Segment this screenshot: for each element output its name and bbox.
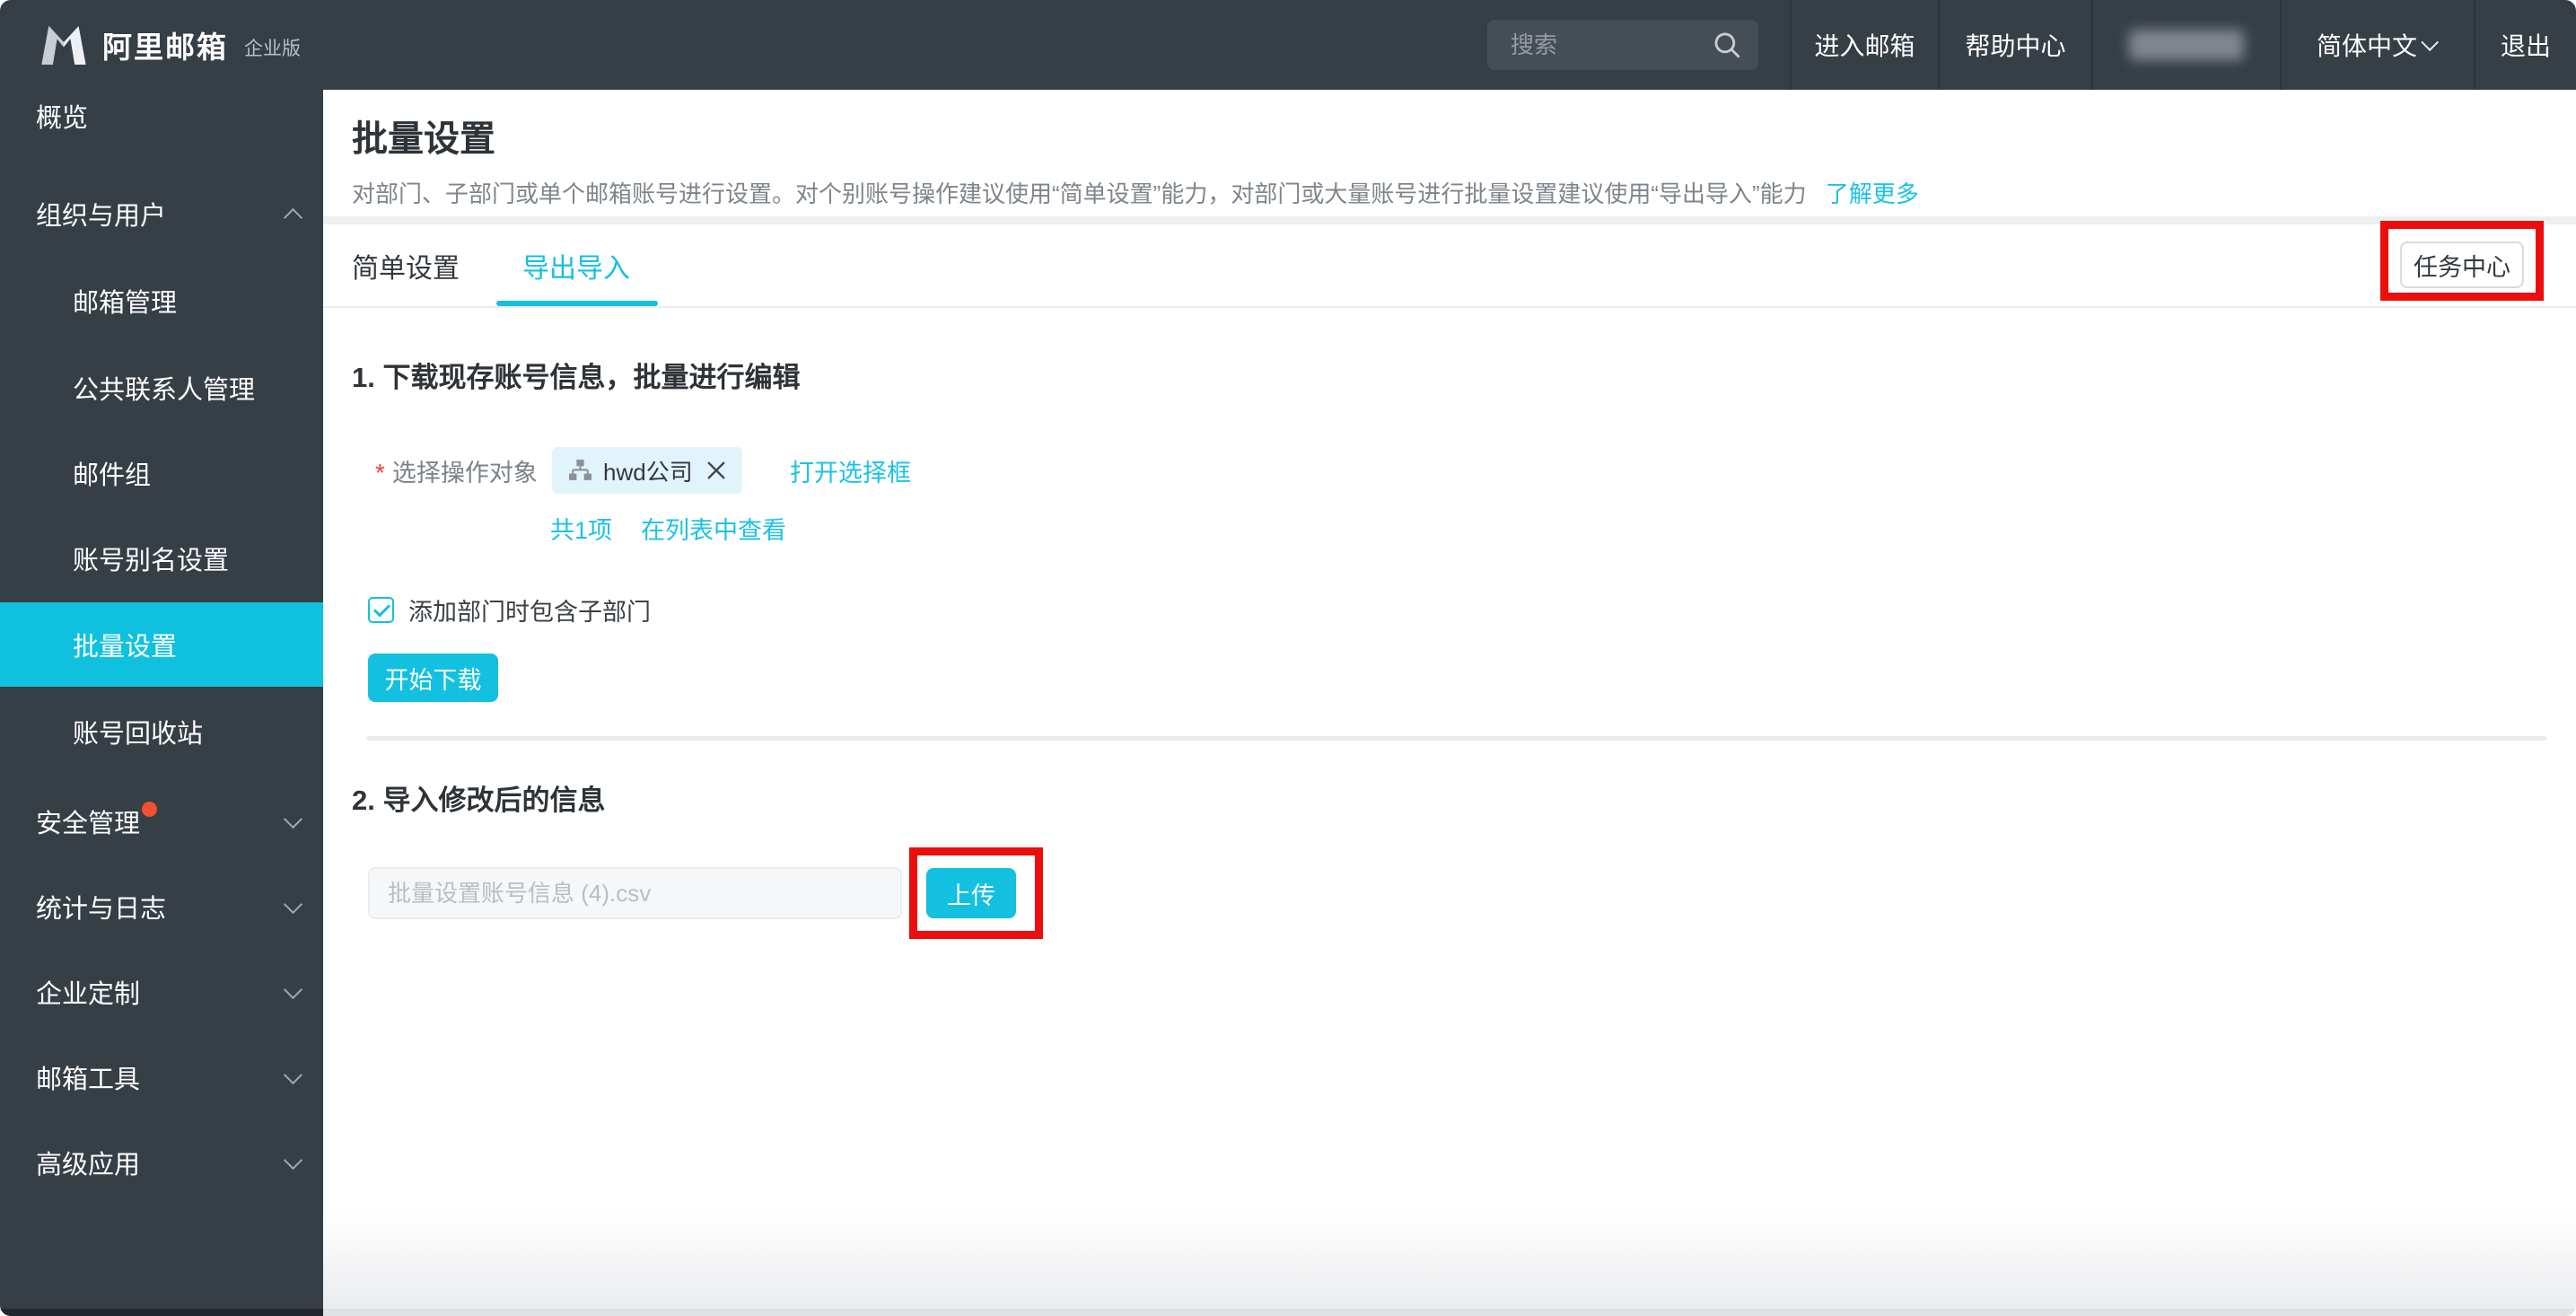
sidebar-item-label: 统计与日志 [36, 888, 166, 926]
target-field-label: 选择操作对象 [392, 453, 538, 488]
sidebar-item-public-contacts[interactable]: 公共联系人管理 [0, 346, 323, 430]
search-input[interactable] [1509, 31, 1712, 60]
window-bottom-edge [0, 1309, 323, 1316]
sidebar-item-label: 邮件组 [73, 454, 151, 492]
sidebar-item-security-mgmt[interactable]: 安全管理 [0, 779, 323, 864]
brand-edition: 企业版 [244, 34, 301, 61]
selected-tag-name: hwd公司 [603, 454, 694, 487]
header-nav: 进入邮箱 帮助中心 简体中文 退出 [1790, 0, 2576, 90]
sidebar-item-label: 企业定制 [36, 973, 140, 1011]
tag-remove-button[interactable] [705, 459, 728, 482]
close-x-icon [705, 459, 728, 482]
language-selector[interactable]: 简体中文 [2280, 0, 2474, 90]
sidebar-item-org-users[interactable]: 组织与用户 [0, 171, 323, 256]
section-divider [366, 736, 2547, 741]
selection-count-row: 共1项 在列表中查看 [550, 510, 786, 546]
account-menu[interactable] [2091, 0, 2280, 90]
enter-mailbox-label: 进入邮箱 [1814, 27, 1914, 63]
sidebar-item-mail-groups[interactable]: 邮件组 [0, 431, 323, 515]
start-download-button[interactable]: 开始下载 [368, 654, 498, 702]
chevron-down-icon [284, 809, 302, 828]
sidebar-item-label: 账号回收站 [73, 713, 203, 750]
main-content: 批量设置 对部门、子部门或单个邮箱账号进行设置。对个别账号操作建议使用“简单设置… [323, 90, 2576, 1316]
sidebar-item-label: 邮箱工具 [36, 1058, 140, 1096]
include-subdept-row: 添加部门时包含子部门 [368, 594, 651, 625]
include-subdept-checkbox[interactable] [368, 597, 394, 623]
open-selector-link[interactable]: 打开选择框 [790, 447, 911, 494]
sidebar-item-label: 邮箱管理 [73, 282, 177, 320]
language-label: 简体中文 [2317, 27, 2417, 63]
page-description: 对部门、子部门或单个邮箱账号进行设置。对个别账号操作建议使用“简单设置”能力，对… [352, 176, 1919, 209]
required-asterisk: * [375, 459, 385, 487]
target-select-row: * 选择操作对象 [375, 447, 538, 494]
sidebar-item-batch-settings[interactable]: 批量设置 [0, 602, 323, 687]
app-window: 阿里邮箱 企业版 进入邮箱 帮助中心 简体中文 [0, 0, 2576, 1316]
chevron-down-icon [2421, 33, 2439, 51]
upload-button[interactable]: 上传 [926, 868, 1016, 918]
tab-label: 简单设置 [352, 246, 460, 285]
help-center-link[interactable]: 帮助中心 [1938, 0, 2091, 90]
section2-heading: 2. 导入修改后的信息 [352, 777, 605, 818]
count-text: 共1项 [550, 511, 612, 546]
tab-import-export[interactable]: 导出导入 [522, 224, 630, 306]
org-hierarchy-icon [568, 459, 592, 483]
chevron-up-icon [284, 207, 302, 226]
sidebar-item-label: 高级应用 [36, 1144, 140, 1181]
notification-dot-badge [142, 802, 157, 817]
selected-department-tag: hwd公司 [552, 447, 742, 494]
sidebar-item-enterprise-custom[interactable]: 企业定制 [0, 950, 323, 1034]
tab-bar: 简单设置 导出导入 [323, 224, 2576, 308]
enter-mailbox-link[interactable]: 进入邮箱 [1790, 0, 1938, 90]
section1-heading: 1. 下载现存账号信息，批量进行编辑 [352, 355, 800, 395]
page-description-text: 对部门、子部门或单个邮箱账号进行设置。对个别账号操作建议使用“简单设置”能力，对… [352, 180, 1807, 207]
sidebar-item-label: 批量设置 [73, 626, 177, 663]
include-subdept-label: 添加部门时包含子部门 [408, 592, 651, 627]
brand-logo: 阿里邮箱 企业版 [39, 0, 301, 90]
sidebar-item-label: 安全管理 [36, 803, 140, 840]
chevron-down-icon [284, 894, 302, 913]
active-tab-underline [496, 301, 658, 306]
sidebar-item-mailbox-mgmt[interactable]: 邮箱管理 [0, 259, 323, 343]
chevron-down-icon [284, 1065, 302, 1084]
sidebar-item-label: 组织与用户 [36, 195, 166, 232]
help-center-label: 帮助中心 [1965, 27, 2065, 63]
chevron-down-icon [284, 979, 302, 998]
tab-simple-settings[interactable]: 简单设置 [352, 224, 460, 306]
brand-name: 阿里邮箱 [102, 23, 228, 66]
window-bottom-edge [323, 1309, 2576, 1316]
top-header: 阿里邮箱 企业版 进入邮箱 帮助中心 简体中文 [0, 0, 2576, 90]
masked-account-name [2129, 30, 2244, 60]
logout-label: 退出 [2501, 27, 2551, 63]
sidebar-item-alias-settings[interactable]: 账号别名设置 [0, 516, 323, 601]
sidebar-item-label: 概览 [36, 97, 88, 135]
alimail-m-icon [39, 23, 88, 66]
sidebar-item-label: 公共联系人管理 [73, 369, 255, 407]
file-name-input[interactable] [368, 867, 902, 919]
chevron-down-icon [284, 1150, 302, 1169]
task-center-button[interactable]: 任务中心 [2400, 241, 2524, 288]
sidebar-nav: 概览 组织与用户 邮箱管理 公共联系人管理 邮件组 账号别名设置 批量设置 账号… [0, 90, 323, 1311]
page-title: 批量设置 [352, 110, 495, 162]
header-search-box[interactable] [1487, 20, 1758, 70]
learn-more-link[interactable]: 了解更多 [1826, 180, 1919, 207]
section-gap-bar [323, 216, 2576, 224]
sidebar-item-account-recycle[interactable]: 账号回收站 [0, 689, 323, 774]
sidebar-item-label: 账号别名设置 [73, 540, 229, 577]
logout-link[interactable]: 退出 [2474, 0, 2576, 90]
sidebar-item-stats-logs[interactable]: 统计与日志 [0, 864, 323, 949]
tab-label: 导出导入 [522, 246, 630, 285]
sidebar-item-advanced-apps[interactable]: 高级应用 [0, 1120, 323, 1205]
sidebar-item-mail-tools[interactable]: 邮箱工具 [0, 1035, 323, 1119]
view-in-list-link[interactable]: 在列表中查看 [641, 511, 786, 546]
search-icon[interactable] [1712, 30, 1742, 60]
